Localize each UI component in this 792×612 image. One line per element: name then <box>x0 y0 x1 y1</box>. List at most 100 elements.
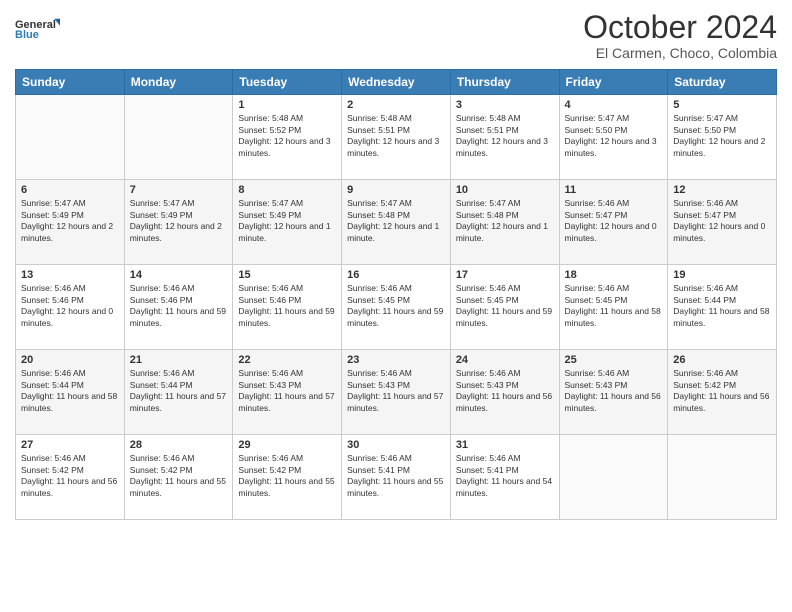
day-number: 26 <box>673 354 771 366</box>
day-number: 22 <box>238 354 336 366</box>
cell-info: Sunrise: 5:46 AM Sunset: 5:41 PM Dayligh… <box>456 453 554 499</box>
calendar-cell: 14 Sunrise: 5:46 AM Sunset: 5:46 PM Dayli… <box>124 265 233 350</box>
cell-info: Sunrise: 5:46 AM Sunset: 5:46 PM Dayligh… <box>238 283 336 329</box>
calendar-cell: 4Sunrise: 5:47 AM Sunset: 5:50 PM Daylig… <box>559 95 668 180</box>
calendar-cell: 2Sunrise: 5:48 AM Sunset: 5:51 PM Daylig… <box>342 95 451 180</box>
day-number: 15 <box>238 269 336 281</box>
day-number: 10 <box>456 184 554 196</box>
day-number: 7 <box>130 184 228 196</box>
day-number: 6 <box>21 184 119 196</box>
calendar-cell: 19Sunrise: 5:46 AM Sunset: 5:44 PM Dayli… <box>668 265 777 350</box>
cell-info: Sunrise: 5:46 AM Sunset: 5:44 PM Dayligh… <box>130 368 228 414</box>
day-header-saturday: Saturday <box>668 70 777 95</box>
calendar-cell: 22Sunrise: 5:46 AM Sunset: 5:43 PM Dayli… <box>233 350 342 435</box>
day-number: 18 <box>565 269 663 281</box>
day-number: 30 <box>347 439 445 451</box>
calendar-cell: 5 Sunrise: 5:47 AM Sunset: 5:50 PM Daylig… <box>668 95 777 180</box>
calendar-cell: 9 Sunrise: 5:47 AM Sunset: 5:48 PM Daylig… <box>342 180 451 265</box>
calendar-cell: 8 Sunrise: 5:47 AM Sunset: 5:49 PM Daylig… <box>233 180 342 265</box>
header: General Blue October 2024 El Carmen, Cho… <box>15 10 777 61</box>
title-section: October 2024 El Carmen, Choco, Colombia <box>583 10 777 61</box>
calendar-cell: 1 Sunrise: 5:48 AM Sunset: 5:52 PM Daylig… <box>233 95 342 180</box>
day-number: 5 <box>673 99 771 111</box>
calendar-cell: 18 Sunrise: 5:46 AM Sunset: 5:45 PM Dayli… <box>559 265 668 350</box>
cell-info: Sunrise: 5:47 AM Sunset: 5:49 PM Dayligh… <box>130 198 228 244</box>
day-number: 13 <box>21 269 119 281</box>
calendar-cell: 16 Sunrise: 5:46 AM Sunset: 5:45 PM Dayli… <box>342 265 451 350</box>
week-row-2: 6 Sunrise: 5:47 AM Sunset: 5:49 PM Daylig… <box>16 180 777 265</box>
day-number: 8 <box>238 184 336 196</box>
cell-info: Sunrise: 5:47 AM Sunset: 5:50 PM Dayligh… <box>565 113 663 159</box>
calendar-cell: 17 Sunrise: 5:46 AM Sunset: 5:45 PM Dayli… <box>450 265 559 350</box>
day-number: 20 <box>21 354 119 366</box>
day-header-wednesday: Wednesday <box>342 70 451 95</box>
cell-info: Sunrise: 5:46 AM Sunset: 5:41 PM Dayligh… <box>347 453 445 499</box>
location: El Carmen, Choco, Colombia <box>583 45 777 61</box>
day-number: 23 <box>347 354 445 366</box>
calendar-cell: 20Sunrise: 5:46 AM Sunset: 5:44 PM Dayli… <box>16 350 125 435</box>
calendar-cell: 11 Sunrise: 5:46 AM Sunset: 5:47 PM Dayli… <box>559 180 668 265</box>
cell-info: Sunrise: 5:46 AM Sunset: 5:46 PM Dayligh… <box>21 283 119 329</box>
header-row: SundayMondayTuesdayWednesdayThursdayFrid… <box>16 70 777 95</box>
calendar-cell <box>124 95 233 180</box>
cell-info: Sunrise: 5:46 AM Sunset: 5:46 PM Dayligh… <box>130 283 228 329</box>
calendar-cell: 6 Sunrise: 5:47 AM Sunset: 5:49 PM Daylig… <box>16 180 125 265</box>
page: General Blue October 2024 El Carmen, Cho… <box>0 0 792 612</box>
cell-info: Sunrise: 5:48 AM Sunset: 5:52 PM Dayligh… <box>238 113 336 159</box>
day-number: 28 <box>130 439 228 451</box>
cell-info: Sunrise: 5:47 AM Sunset: 5:48 PM Dayligh… <box>347 198 445 244</box>
calendar-cell: 15 Sunrise: 5:46 AM Sunset: 5:46 PM Dayli… <box>233 265 342 350</box>
cell-info: Sunrise: 5:46 AM Sunset: 5:47 PM Dayligh… <box>673 198 771 244</box>
cell-info: Sunrise: 5:46 AM Sunset: 5:45 PM Dayligh… <box>347 283 445 329</box>
calendar-cell <box>16 95 125 180</box>
day-header-thursday: Thursday <box>450 70 559 95</box>
day-header-tuesday: Tuesday <box>233 70 342 95</box>
cell-info: Sunrise: 5:47 AM Sunset: 5:48 PM Dayligh… <box>456 198 554 244</box>
week-row-4: 20 Sunrise: 5:46 AM Sunset: 5:44 PM Dayli… <box>16 350 777 435</box>
cell-info: Sunrise: 5:46 AM Sunset: 5:42 PM Dayligh… <box>21 453 119 499</box>
day-number: 14 <box>130 269 228 281</box>
day-number: 11 <box>565 184 663 196</box>
cell-info: Sunrise: 5:46 AM Sunset: 5:47 PM Dayligh… <box>565 198 663 244</box>
calendar-cell: 7 Sunrise: 5:47 AM Sunset: 5:49 PM Daylig… <box>124 180 233 265</box>
week-row-5: 27 Sunrise: 5:46 AM Sunset: 5:42 PM Dayli… <box>16 435 777 520</box>
calendar-cell: 21 Sunrise: 5:46 AM Sunset: 5:44 PM Dayli… <box>124 350 233 435</box>
day-number: 25 <box>565 354 663 366</box>
cell-info: Sunrise: 5:47 AM Sunset: 5:50 PM Dayligh… <box>673 113 771 159</box>
week-row-3: 13 Sunrise: 5:46 AM Sunset: 5:46 PM Dayli… <box>16 265 777 350</box>
calendar-cell <box>668 435 777 520</box>
month-title: October 2024 <box>583 10 777 45</box>
cell-info: Sunrise: 5:46 AM Sunset: 5:43 PM Dayligh… <box>347 368 445 414</box>
calendar-table: SundayMondayTuesdayWednesdayThursdayFrid… <box>15 69 777 520</box>
day-number: 2 <box>347 99 445 111</box>
logo: General Blue <box>15 10 60 48</box>
cell-info: Sunrise: 5:47 AM Sunset: 5:49 PM Dayligh… <box>238 198 336 244</box>
cell-info: Sunrise: 5:48 AM Sunset: 5:51 PM Dayligh… <box>456 113 554 159</box>
cell-info: Sunrise: 5:46 AM Sunset: 5:45 PM Dayligh… <box>456 283 554 329</box>
day-number: 21 <box>130 354 228 366</box>
day-number: 27 <box>21 439 119 451</box>
day-number: 16 <box>347 269 445 281</box>
calendar-cell: 24Sunrise: 5:46 AM Sunset: 5:43 PM Dayli… <box>450 350 559 435</box>
calendar-cell: 31 Sunrise: 5:46 AM Sunset: 5:41 PM Dayli… <box>450 435 559 520</box>
day-number: 9 <box>347 184 445 196</box>
cell-info: Sunrise: 5:47 AM Sunset: 5:49 PM Dayligh… <box>21 198 119 244</box>
calendar-cell: 10 Sunrise: 5:47 AM Sunset: 5:48 PM Dayli… <box>450 180 559 265</box>
calendar-cell: 28Sunrise: 5:46 AM Sunset: 5:42 PM Dayli… <box>124 435 233 520</box>
day-number: 3 <box>456 99 554 111</box>
cell-info: Sunrise: 5:46 AM Sunset: 5:43 PM Dayligh… <box>456 368 554 414</box>
day-header-friday: Friday <box>559 70 668 95</box>
cell-info: Sunrise: 5:46 AM Sunset: 5:43 PM Dayligh… <box>565 368 663 414</box>
cell-info: Sunrise: 5:46 AM Sunset: 5:45 PM Dayligh… <box>565 283 663 329</box>
day-number: 1 <box>238 99 336 111</box>
calendar-cell: 30 Sunrise: 5:46 AM Sunset: 5:41 PM Dayli… <box>342 435 451 520</box>
calendar-cell: 25 Sunrise: 5:46 AM Sunset: 5:43 PM Dayli… <box>559 350 668 435</box>
day-number: 31 <box>456 439 554 451</box>
day-number: 19 <box>673 269 771 281</box>
calendar-cell: 27 Sunrise: 5:46 AM Sunset: 5:42 PM Dayli… <box>16 435 125 520</box>
calendar-cell: 29Sunrise: 5:46 AM Sunset: 5:42 PM Dayli… <box>233 435 342 520</box>
calendar-cell: 13 Sunrise: 5:46 AM Sunset: 5:46 PM Dayli… <box>16 265 125 350</box>
day-number: 17 <box>456 269 554 281</box>
calendar-cell: 26Sunrise: 5:46 AM Sunset: 5:42 PM Dayli… <box>668 350 777 435</box>
logo-svg: General Blue <box>15 10 60 48</box>
